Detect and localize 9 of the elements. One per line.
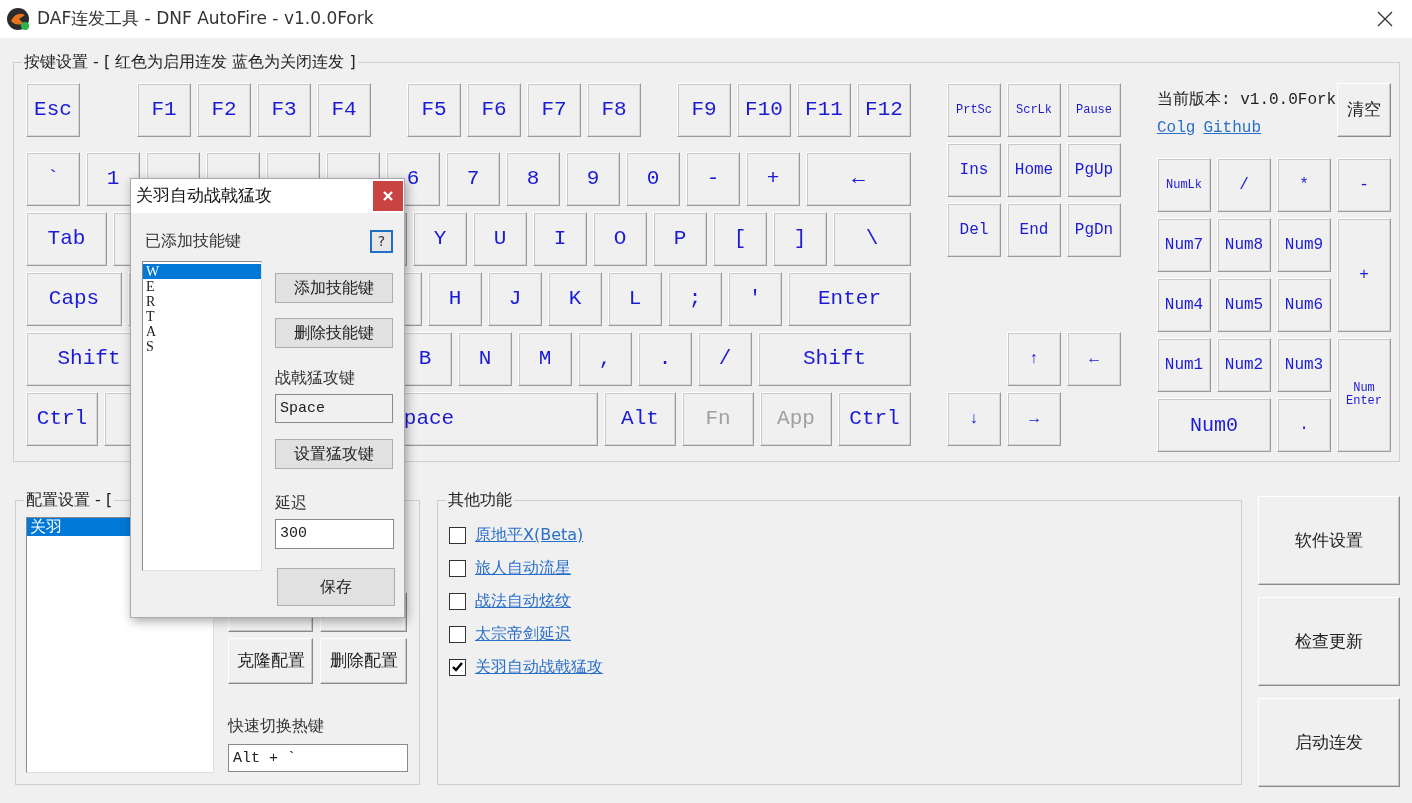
window-title: DAF连发工具 - DNF AutoFire - v1.0.0Fork bbox=[37, 7, 374, 31]
field-label: 战戟猛攻键 bbox=[275, 367, 356, 389]
group-title: 按键设置 - [ 红色为启用连发 蓝色为关闭连发 ] bbox=[22, 52, 358, 72]
version-text: 当前版本: v1.0.0Fork bbox=[1157, 90, 1337, 111]
field-label: 延迟 bbox=[275, 492, 308, 514]
list-label: 已添加技能键 bbox=[145, 230, 241, 252]
group-title: 其他功能 bbox=[446, 490, 514, 510]
field-label: 快速切换热键 bbox=[228, 715, 325, 737]
group-title: 配置设置 - [ bbox=[24, 490, 115, 510]
